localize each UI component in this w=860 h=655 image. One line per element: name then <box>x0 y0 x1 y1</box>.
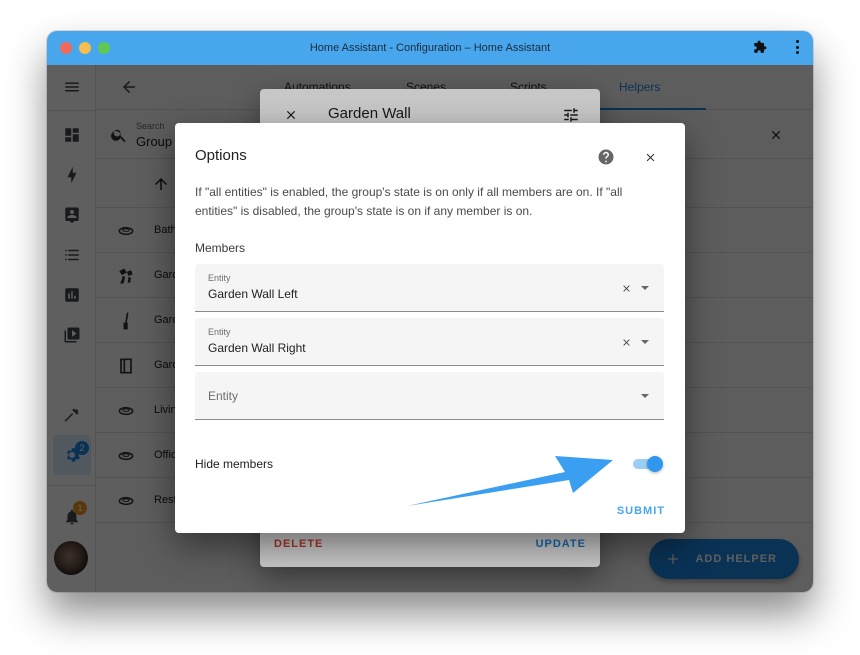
hide-members-toggle[interactable] <box>633 456 663 472</box>
window-title: Home Assistant - Configuration – Home As… <box>309 42 551 54</box>
options-description: If "all entities" is enabled, the group'… <box>195 185 623 218</box>
window-controls <box>60 42 110 54</box>
field-placeholder: Entity <box>208 389 239 403</box>
maximize-window-button[interactable] <box>98 42 110 54</box>
more-menu-icon[interactable] <box>795 40 799 54</box>
hide-members-label: Hide members <box>195 457 274 471</box>
new-member-entity-picker[interactable]: Entity <box>195 372 664 420</box>
options-dialog-title: Options <box>195 147 247 164</box>
field-value: Garden Wall Left <box>208 287 298 301</box>
submit-button[interactable]: SUBMIT <box>617 505 665 517</box>
member-entity-picker[interactable]: Entity Garden Wall Right <box>195 318 664 366</box>
members-heading: Members <box>195 241 246 255</box>
help-circle-icon[interactable] <box>597 148 615 166</box>
annotation-arrow-icon <box>407 456 613 506</box>
dropdown-arrow-icon[interactable] <box>641 394 649 398</box>
clear-icon[interactable] <box>621 337 632 348</box>
extension-puzzle-icon[interactable] <box>753 40 767 54</box>
clear-icon[interactable] <box>621 283 632 294</box>
dropdown-arrow-icon[interactable] <box>641 286 649 290</box>
close-icon[interactable] <box>644 151 657 164</box>
toggle-thumb <box>647 456 663 472</box>
field-label: Entity <box>208 273 231 283</box>
browser-window: Home Assistant - Configuration – Home As… <box>47 31 813 592</box>
close-window-button[interactable] <box>60 42 72 54</box>
member-entity-picker[interactable]: Entity Garden Wall Left <box>195 264 664 312</box>
title-bar: Home Assistant - Configuration – Home As… <box>47 31 813 65</box>
field-label: Entity <box>208 327 231 337</box>
dropdown-arrow-icon[interactable] <box>641 340 649 344</box>
minimize-window-button[interactable] <box>79 42 91 54</box>
field-value: Garden Wall Right <box>208 341 306 355</box>
